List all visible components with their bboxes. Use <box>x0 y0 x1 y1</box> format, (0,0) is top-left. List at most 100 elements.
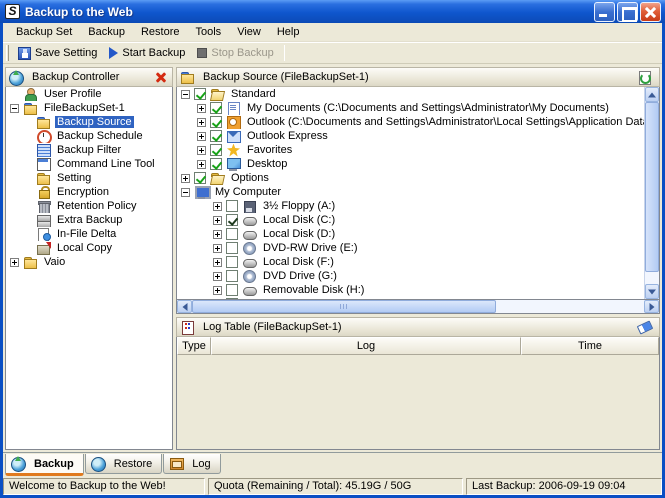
tree-item-backup-schedule[interactable]: Backup Schedule <box>6 129 172 143</box>
tree-item-local-disk-f[interactable]: Local Disk (F:) <box>177 255 644 269</box>
checkbox-unchecked[interactable] <box>226 256 238 268</box>
menu-tools[interactable]: Tools <box>189 24 229 40</box>
menu-help[interactable]: Help <box>270 24 307 40</box>
checkbox-unchecked[interactable] <box>226 228 238 240</box>
tree-item-local-disk-d[interactable]: Local Disk (D:) <box>177 227 644 241</box>
toolbar: Save Setting Start Backup Stop Backup <box>3 42 662 64</box>
tree-item-setting[interactable]: Setting <box>6 171 172 185</box>
backup-controller-title: Backup Controller <box>32 71 120 83</box>
backup-source-header: Backup Source (FileBackupSet-1) <box>176 67 660 87</box>
vertical-scroll-thumb[interactable] <box>645 102 659 272</box>
file-delta-icon <box>36 227 51 241</box>
checkbox-checked[interactable] <box>210 158 222 170</box>
tree-item-in-file-delta[interactable]: In-File Delta <box>6 227 172 241</box>
scroll-left-button[interactable] <box>177 300 192 313</box>
checkbox-checked[interactable] <box>194 172 206 184</box>
column-type[interactable]: Type <box>177 337 211 355</box>
tree-item-dvd-rw-e[interactable]: DVD-RW Drive (E:) <box>177 241 644 255</box>
checkbox-checked[interactable] <box>194 88 206 100</box>
tree-item-desktop[interactable]: Desktop <box>177 157 644 171</box>
backup-controller-panel: Backup Controller User Profile FileBacku… <box>5 67 173 450</box>
menu-backup[interactable]: Backup <box>81 24 132 40</box>
checkbox-checked[interactable] <box>210 130 222 142</box>
eraser-icon[interactable] <box>637 321 652 334</box>
minimize-button[interactable] <box>594 1 615 22</box>
close-button[interactable] <box>640 1 661 22</box>
star-icon <box>226 144 241 157</box>
status-last-backup: Last Backup: 2006-09-19 09:04 <box>466 478 662 495</box>
scroll-down-button[interactable] <box>645 284 659 299</box>
tree-item-standard[interactable]: Standard <box>177 87 644 101</box>
checkbox-checked-dark[interactable] <box>226 214 238 226</box>
expand-expander[interactable] <box>10 257 19 267</box>
log-table-title: Log Table (FileBackupSet-1) <box>203 321 342 333</box>
tree-item-local-disk-c[interactable]: Local Disk (C:) <box>177 213 644 227</box>
tree-item-floppy-a[interactable]: 3½ Floppy (A:) <box>177 199 644 213</box>
filter-grid-icon <box>36 143 51 157</box>
tree-item-removable-h[interactable]: Removable Disk (H:) <box>177 283 644 297</box>
tree-item-outlook[interactable]: Outlook (C:\Documents and Settings\Admin… <box>177 115 644 129</box>
tree-item-local-copy[interactable]: Local Copy <box>6 241 172 255</box>
tree-item-filebackupset[interactable]: FileBackupSet-1 <box>6 101 172 115</box>
column-log[interactable]: Log <box>211 337 521 355</box>
tree-item-user-profile[interactable]: User Profile <box>6 87 172 101</box>
checkbox-unchecked[interactable] <box>226 270 238 282</box>
horizontal-scrollbar[interactable] <box>176 300 660 314</box>
checkbox-unchecked[interactable] <box>226 200 238 212</box>
drive-icon <box>242 214 257 227</box>
horizontal-scroll-thumb[interactable] <box>192 300 496 313</box>
trash-icon <box>36 200 51 213</box>
tree-item-encryption[interactable]: Encryption <box>6 185 172 199</box>
main-area: Backup Controller User Profile FileBacku… <box>3 64 662 452</box>
folder-icon <box>210 172 225 185</box>
checkbox-checked[interactable] <box>210 144 222 156</box>
tree-item-options[interactable]: Options <box>177 171 644 185</box>
my-documents-icon <box>226 101 241 115</box>
tree-item-backup-filter[interactable]: Backup Filter <box>6 143 172 157</box>
tree-item-my-documents[interactable]: My Documents (C:\Documents and Settings\… <box>177 101 644 115</box>
menu-backup-set[interactable]: Backup Set <box>9 24 79 40</box>
collapse-expander[interactable] <box>10 103 19 113</box>
scroll-up-button[interactable] <box>645 87 659 102</box>
checkbox-unchecked[interactable] <box>226 242 238 254</box>
menu-bar: Backup Set Backup Restore Tools View Hel… <box>3 23 662 42</box>
tree-item-outlook-express[interactable]: Outlook Express <box>177 129 644 143</box>
toolbar-handle[interactable] <box>6 45 9 61</box>
tree-item-vaio[interactable]: Vaio <box>6 255 172 269</box>
drive-icon <box>242 228 257 241</box>
scroll-right-button[interactable] <box>644 300 659 313</box>
tree-item-command-line-tool[interactable]: Command Line Tool <box>6 157 172 171</box>
save-setting-button[interactable]: Save Setting <box>13 44 104 63</box>
checkbox-checked[interactable] <box>210 102 222 114</box>
checkbox-unchecked[interactable] <box>226 284 238 296</box>
tab-restore[interactable]: Restore <box>84 454 163 474</box>
backup-source-title: Backup Source (FileBackupSet-1) <box>203 71 369 83</box>
tree-item-extra-backup[interactable]: Extra Backup <box>6 213 172 227</box>
lock-icon <box>36 185 51 199</box>
tree-item-favorites[interactable]: Favorites <box>177 143 644 157</box>
tree-item-retention-policy[interactable]: Retention Policy <box>6 199 172 213</box>
vertical-scrollbar[interactable] <box>644 87 659 299</box>
tree-item-my-computer[interactable]: My Computer <box>177 185 644 199</box>
menu-view[interactable]: View <box>230 24 268 40</box>
column-time[interactable]: Time <box>521 337 659 355</box>
maximize-button[interactable] <box>617 1 638 22</box>
log-table-header: Log Table (FileBackupSet-1) <box>176 317 660 337</box>
tree-item-dvd-g[interactable]: DVD Drive (G:) <box>177 269 644 283</box>
bottom-tab-bar: Backup Restore Log <box>3 452 662 476</box>
user-icon <box>23 87 38 101</box>
checkbox-checked[interactable] <box>210 116 222 128</box>
backup-controller-header: Backup Controller <box>5 67 173 87</box>
panel-close-icon[interactable] <box>154 71 169 84</box>
backup-globe-icon <box>11 456 26 472</box>
stop-backup-button[interactable]: Stop Backup <box>192 44 280 62</box>
tab-log[interactable]: Log <box>163 454 221 474</box>
menu-restore[interactable]: Restore <box>134 24 187 40</box>
start-backup-button[interactable]: Start Backup <box>104 44 192 62</box>
desktop-icon <box>226 157 241 171</box>
refresh-icon[interactable] <box>637 70 652 85</box>
tree-item-backup-source[interactable]: Backup Source <box>6 115 172 129</box>
stop-icon <box>197 48 208 58</box>
tab-backup[interactable]: Backup <box>5 454 84 476</box>
title-bar[interactable]: Backup to the Web <box>0 0 665 23</box>
